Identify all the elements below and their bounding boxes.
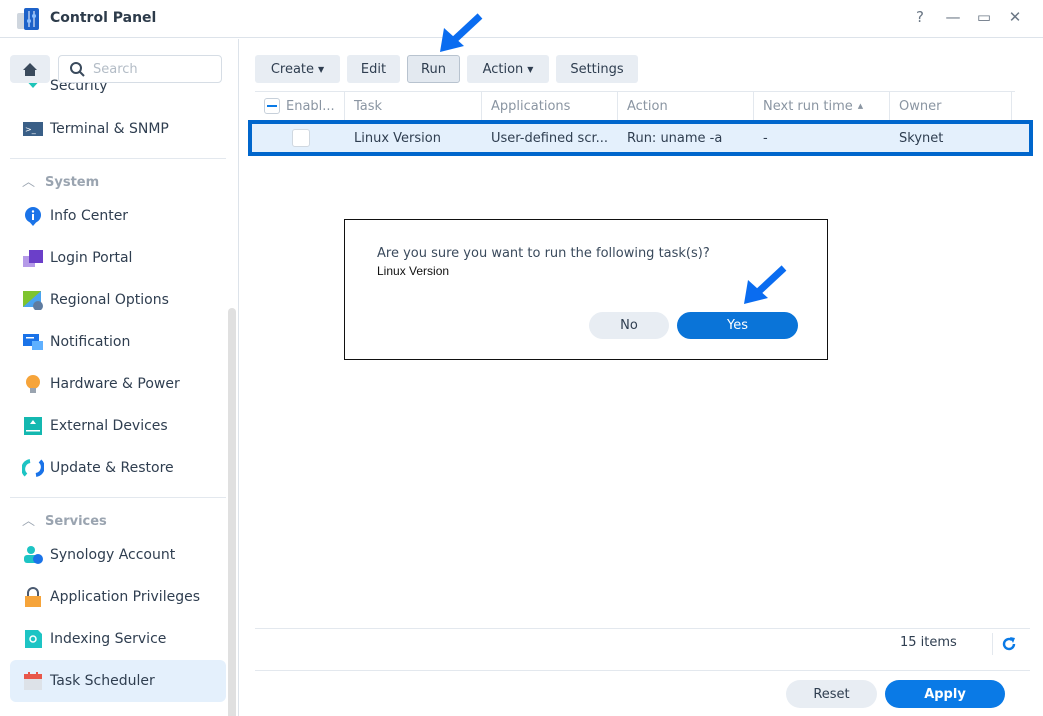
cell-task: Linux Version xyxy=(354,130,441,146)
lock-icon xyxy=(22,587,44,607)
no-button[interactable]: No xyxy=(589,312,669,339)
sidebar-item-label: Notification xyxy=(50,334,131,350)
notification-icon xyxy=(22,332,44,352)
sidebar-item-label: Application Privileges xyxy=(50,589,200,605)
section-services[interactable]: ︿ Services xyxy=(22,510,107,529)
column-label: Next run time xyxy=(763,98,853,114)
close-button[interactable]: ✕ xyxy=(1005,8,1025,26)
select-all-checkbox[interactable] xyxy=(264,98,280,114)
dialog-message: Are you sure you want to run the followi… xyxy=(377,246,710,261)
column-task[interactable]: Task xyxy=(345,92,482,120)
sidebar-scrollbar[interactable] xyxy=(228,308,236,716)
column-action[interactable]: Action xyxy=(618,92,754,120)
home-icon xyxy=(23,62,37,76)
home-button[interactable] xyxy=(10,55,50,83)
sidebar-item-regional-options[interactable]: Regional Options xyxy=(10,279,226,321)
divider xyxy=(10,158,226,159)
sidebar-item-label: External Devices xyxy=(50,418,168,434)
section-system[interactable]: ︿ System xyxy=(22,171,99,190)
sidebar-item-terminal[interactable]: >_ Terminal & SNMP xyxy=(10,108,226,150)
indexing-icon xyxy=(22,629,44,649)
column-enabled[interactable]: Enabl... xyxy=(255,92,345,120)
column-owner[interactable]: Owner xyxy=(890,92,1012,120)
caret-down-icon: ▼ xyxy=(527,64,534,74)
chevron-up-icon: ︿ xyxy=(22,514,36,529)
divider xyxy=(992,633,993,655)
title-bar: Control Panel ? — ▭ ✕ xyxy=(0,0,1043,38)
sidebar-item-synology-account[interactable]: Synology Account xyxy=(10,534,226,576)
cell-applications: User-defined scr... xyxy=(491,130,609,146)
svg-text:>_: >_ xyxy=(25,125,37,134)
create-button[interactable]: Create ▼ xyxy=(255,55,340,83)
sidebar-item-external-devices[interactable]: External Devices xyxy=(10,405,226,447)
terminal-icon: >_ xyxy=(22,119,44,139)
enabled-checkbox[interactable] xyxy=(292,129,310,147)
sidebar-item-indexing-service[interactable]: Indexing Service xyxy=(10,618,226,660)
sidebar-item-label: Indexing Service xyxy=(50,631,167,647)
sidebar-item-hardware-power[interactable]: Hardware & Power xyxy=(10,363,226,405)
help-button[interactable]: ? xyxy=(910,8,930,26)
globe-clock-icon xyxy=(22,290,44,311)
reset-button[interactable]: Reset xyxy=(786,680,877,708)
sidebar-item-application-privileges[interactable]: Application Privileges xyxy=(10,576,226,618)
column-label: Enabl... xyxy=(286,98,335,114)
section-title: Services xyxy=(45,514,107,529)
cell-next-run: - xyxy=(763,130,768,146)
caret-down-icon: ▼ xyxy=(318,64,325,74)
cell-owner: Skynet xyxy=(899,130,944,146)
sidebar-item-info-center[interactable]: Info Center xyxy=(10,195,226,237)
sidebar-item-task-scheduler[interactable]: Task Scheduler xyxy=(10,660,226,702)
yes-button[interactable]: Yes xyxy=(677,312,798,339)
update-icon xyxy=(21,458,45,478)
control-panel-icon xyxy=(17,8,39,30)
sidebar-item-label: Task Scheduler xyxy=(50,673,155,689)
refresh-icon[interactable] xyxy=(1001,636,1017,652)
sidebar-item-label: Login Portal xyxy=(50,250,133,266)
account-icon xyxy=(22,545,44,565)
sidebar-item-label: Update & Restore xyxy=(50,460,174,476)
dialog-task-name: Linux Version xyxy=(377,264,450,278)
sidebar-item-notification[interactable]: Notification xyxy=(10,321,226,363)
cell-action: Run: uname -a xyxy=(627,130,723,146)
sidebar-item-label: Synology Account xyxy=(50,547,176,563)
sidebar-item-label: Hardware & Power xyxy=(50,376,180,392)
divider xyxy=(10,497,226,498)
bulb-icon xyxy=(22,374,44,394)
action-label: Action xyxy=(482,61,524,77)
apply-button[interactable]: Apply xyxy=(885,680,1005,708)
run-button[interactable]: Run xyxy=(407,55,460,83)
sort-asc-icon: ▲ xyxy=(857,102,864,110)
calendar-icon xyxy=(22,671,44,691)
sidebar-item-label: Info Center xyxy=(50,208,129,224)
action-button[interactable]: Action ▼ xyxy=(467,55,549,83)
column-applications[interactable]: Applications xyxy=(482,92,618,120)
divider xyxy=(255,670,1030,671)
sidebar: Security Search >_ Terminal & SNMP ︿ Syste… xyxy=(0,39,239,716)
edit-button[interactable]: Edit xyxy=(347,55,400,83)
sidebar-item-label: Regional Options xyxy=(50,292,169,308)
divider xyxy=(255,628,1030,629)
sidebar-item-login-portal[interactable]: Login Portal xyxy=(10,237,226,279)
column-next-run-time[interactable]: Next run time ▲ xyxy=(754,92,890,120)
confirm-dialog: Are you sure you want to run the followi… xyxy=(344,219,828,360)
maximize-button[interactable]: ▭ xyxy=(974,8,994,26)
item-count: 15 items xyxy=(900,635,957,650)
window-title: Control Panel xyxy=(50,10,157,26)
section-title: System xyxy=(45,175,100,190)
external-device-icon xyxy=(22,416,44,436)
login-portal-icon xyxy=(22,248,44,268)
sidebar-item-update-restore[interactable]: Update & Restore xyxy=(10,447,226,489)
search-icon xyxy=(70,62,85,77)
create-label: Create xyxy=(270,61,315,77)
info-icon xyxy=(22,206,44,226)
sidebar-item-label: Terminal & SNMP xyxy=(50,121,169,137)
settings-button[interactable]: Settings xyxy=(556,55,638,83)
minimize-button[interactable]: — xyxy=(943,8,963,26)
search-placeholder: Search xyxy=(93,61,138,77)
search-input[interactable]: Search xyxy=(58,55,222,83)
chevron-up-icon: ︿ xyxy=(22,175,36,190)
